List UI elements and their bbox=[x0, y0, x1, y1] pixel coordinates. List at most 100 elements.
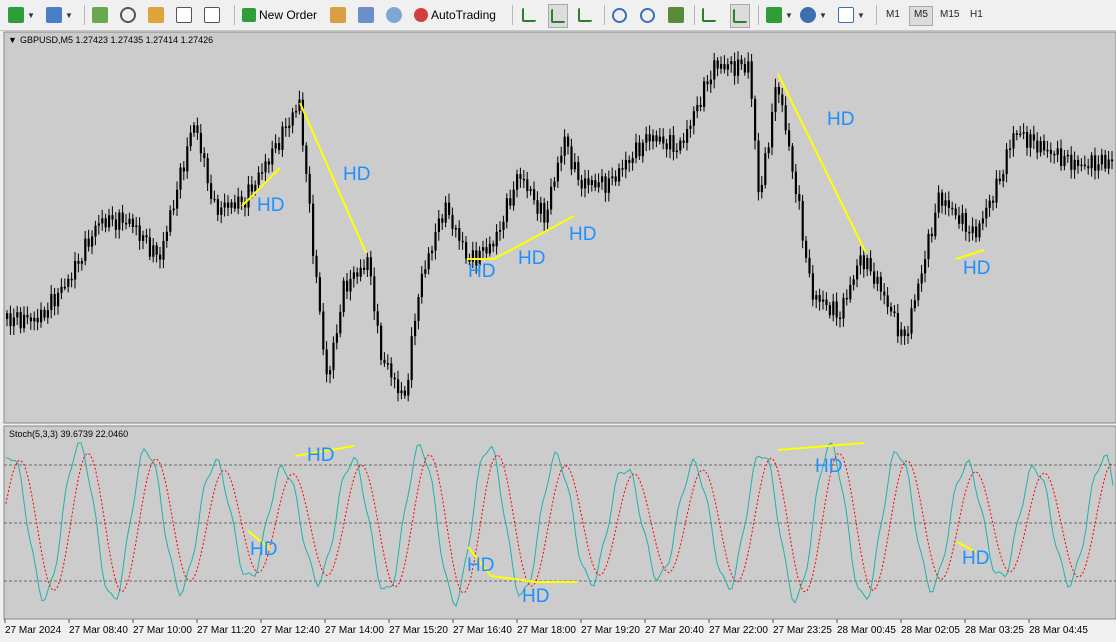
periods-button[interactable]: ▼ bbox=[800, 4, 827, 26]
candle-body bbox=[971, 226, 974, 234]
hd-label: HD bbox=[522, 586, 549, 607]
candle-body bbox=[203, 153, 206, 159]
candle-body bbox=[40, 309, 43, 323]
time-tick-label: 27 Mar 14:00 bbox=[325, 625, 384, 636]
candle-body bbox=[46, 310, 49, 318]
hd-label: HD bbox=[569, 224, 596, 245]
candle-body bbox=[852, 279, 855, 285]
tester-button[interactable] bbox=[204, 4, 220, 26]
candle-body bbox=[682, 140, 685, 143]
zoom-in-icon bbox=[612, 7, 627, 23]
candle-body bbox=[519, 174, 522, 179]
indicators-icon bbox=[766, 7, 782, 23]
candle-body bbox=[400, 390, 403, 394]
candle-body bbox=[505, 198, 508, 222]
candle-body bbox=[509, 198, 512, 206]
new-chart-button[interactable]: ▼ bbox=[8, 4, 35, 26]
candle-body bbox=[349, 278, 352, 292]
candle-body bbox=[383, 359, 386, 364]
candle-body bbox=[465, 242, 468, 259]
new-order-button[interactable]: New Order bbox=[242, 4, 317, 26]
terminal-button[interactable] bbox=[176, 4, 192, 26]
meta-editor-button[interactable] bbox=[330, 4, 346, 26]
candle-body bbox=[237, 196, 240, 209]
zoom-in-button[interactable] bbox=[612, 4, 627, 26]
templates-button[interactable]: ▼ bbox=[838, 4, 865, 26]
candle-body bbox=[1100, 154, 1103, 165]
candlestick-icon bbox=[551, 9, 565, 23]
signals-button[interactable] bbox=[358, 4, 374, 26]
bar-chart-button[interactable] bbox=[522, 4, 536, 26]
candle-body bbox=[978, 223, 981, 238]
time-tick-label: 27 Mar 10:00 bbox=[133, 625, 192, 636]
candle-body bbox=[597, 182, 600, 188]
candle-body bbox=[114, 219, 117, 230]
candle-body bbox=[835, 301, 838, 318]
line-chart-icon bbox=[578, 8, 592, 22]
hd-label: HD bbox=[467, 555, 494, 576]
candle-body bbox=[1019, 133, 1022, 136]
candle-body bbox=[529, 189, 532, 192]
candle-body bbox=[1107, 159, 1110, 169]
templates-icon bbox=[838, 7, 854, 23]
candle-body bbox=[641, 142, 644, 157]
zoom-out-button[interactable] bbox=[640, 4, 655, 26]
autotrading-button[interactable]: AutoTrading bbox=[414, 4, 496, 26]
candle-body bbox=[981, 218, 984, 224]
market-watch-button[interactable] bbox=[92, 4, 108, 26]
profiles-button[interactable]: ▼ bbox=[46, 4, 73, 26]
candle-body bbox=[577, 161, 580, 180]
candle-body bbox=[669, 135, 672, 150]
timeframe-h1[interactable]: H1 bbox=[966, 6, 987, 24]
candle-body bbox=[1026, 132, 1029, 148]
market-watch-icon bbox=[92, 7, 108, 23]
timeframe-m5[interactable]: M5 bbox=[909, 6, 933, 26]
candle-body bbox=[125, 222, 128, 225]
market-button[interactable] bbox=[386, 4, 402, 26]
candle-body bbox=[655, 135, 658, 142]
candle-body bbox=[822, 299, 825, 302]
navigator-button[interactable] bbox=[148, 4, 164, 26]
auto-scroll-button[interactable] bbox=[730, 4, 750, 28]
chart-shift-button[interactable] bbox=[702, 4, 716, 26]
candle-body bbox=[890, 306, 893, 312]
candle-body bbox=[29, 317, 32, 322]
chart-window[interactable]: HD HD HD HD HD HD HD ▼ GBPUSD,M5 1.27423 1.274… bbox=[0, 31, 1116, 642]
candle-body bbox=[709, 79, 712, 85]
candle-body bbox=[12, 317, 15, 327]
candle-body bbox=[964, 212, 967, 232]
candle-body bbox=[1060, 148, 1063, 167]
candle-body bbox=[193, 125, 196, 133]
indicators-button[interactable]: ▼ bbox=[766, 4, 793, 26]
new-order-icon bbox=[242, 8, 256, 22]
candle-body bbox=[414, 320, 417, 337]
candle-body bbox=[1015, 133, 1018, 135]
candle-body bbox=[16, 312, 19, 318]
timeframe-m1[interactable]: M1 bbox=[882, 6, 904, 24]
candle-body bbox=[448, 202, 451, 215]
data-window-button[interactable] bbox=[120, 4, 136, 26]
timeframe-m15[interactable]: M15 bbox=[936, 6, 963, 24]
candle-body bbox=[19, 312, 22, 329]
candle-body bbox=[811, 273, 814, 300]
candle-body bbox=[434, 231, 437, 251]
candle-body bbox=[879, 276, 882, 292]
candle-body bbox=[1090, 155, 1093, 169]
candle-body bbox=[737, 59, 740, 76]
candlestick-chart-button[interactable] bbox=[548, 4, 568, 28]
candle-body bbox=[60, 286, 63, 293]
candle-body bbox=[896, 313, 899, 337]
candle-body bbox=[444, 202, 447, 223]
candle-body bbox=[917, 283, 920, 301]
line-chart-button[interactable] bbox=[578, 4, 592, 26]
candle-body bbox=[488, 243, 491, 254]
tester-icon bbox=[204, 7, 220, 23]
candle-body bbox=[764, 153, 767, 185]
candle-body bbox=[281, 126, 284, 150]
candle-body bbox=[590, 180, 593, 186]
tile-windows-button[interactable] bbox=[668, 4, 684, 26]
candle-body bbox=[665, 143, 668, 150]
candle-body bbox=[431, 250, 434, 254]
time-tick-label: 27 Mar 2024 bbox=[5, 625, 62, 636]
candle-body bbox=[522, 178, 525, 181]
